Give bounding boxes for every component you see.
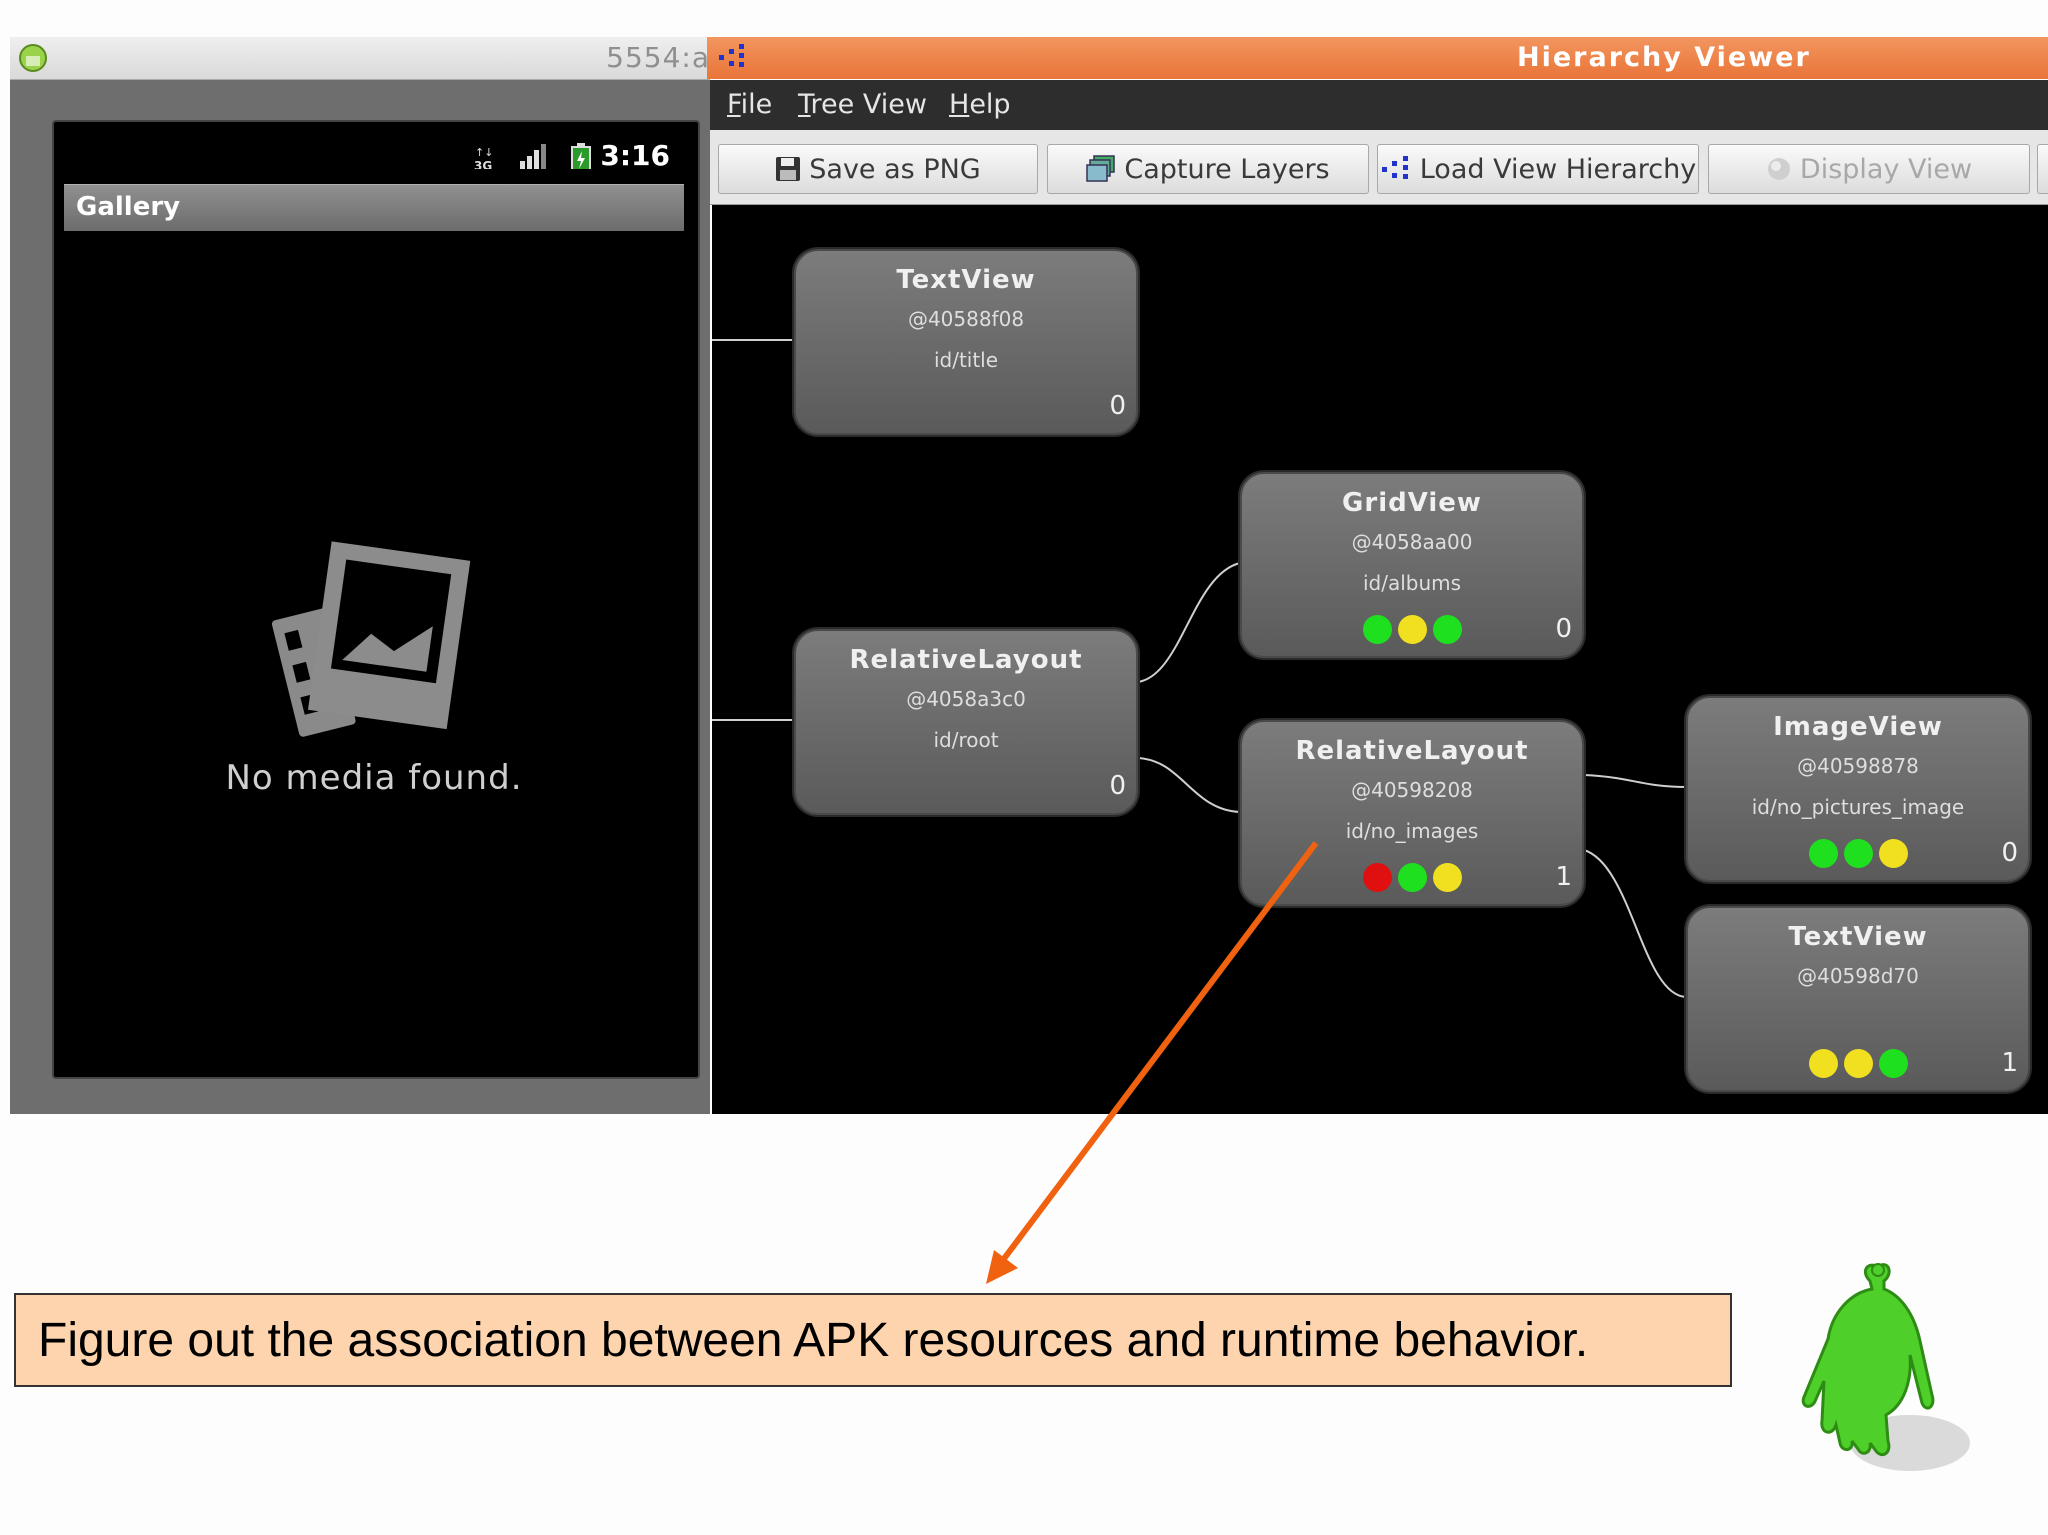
caption-text: Figure out the association between APK r… bbox=[38, 1314, 1589, 1367]
green-mascot-icon bbox=[1801, 1263, 1970, 1471]
caption-box: Figure out the association between APK r… bbox=[14, 1293, 1732, 1387]
